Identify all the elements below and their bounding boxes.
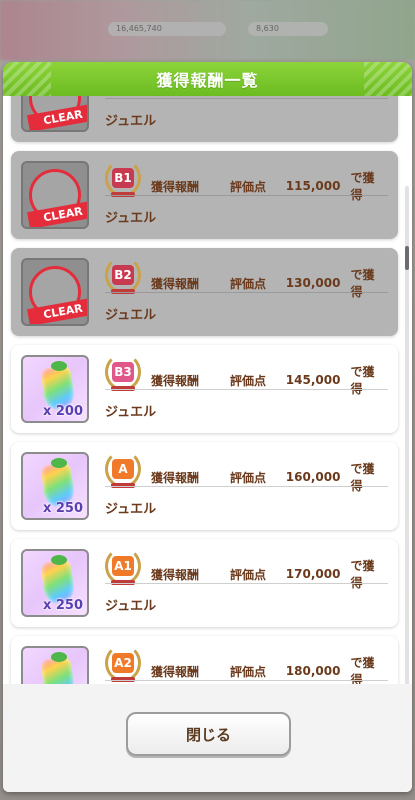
score-value: 145,000 [285,373,341,387]
divider [105,98,388,99]
score-value: 160,000 [285,470,341,484]
reward-list-modal: 獲得報酬一覧 CLEAR ジュエル CLEAR B1 獲得報酬 評価点 115,000 で獲得… [3,62,412,792]
clear-stamp-icon: CLEAR [27,169,87,227]
reward-label: 獲得報酬 [151,276,200,291]
gem-leaf-icon [51,458,67,468]
suffix: で獲得 [350,268,375,299]
item-quantity: x 200 [42,404,83,419]
reward-condition-row: 獲得報酬 評価点 130,000 で獲得 [151,266,386,300]
item-name: ジュエル [105,405,157,420]
reward-label: 獲得報酬 [151,664,200,679]
modal-footer: 閉じる [3,684,412,792]
reward-condition-row: 獲得報酬 評価点 170,000 で獲得 [151,557,386,591]
rank-label: B2 [112,265,134,285]
score-value: 170,000 [285,567,341,581]
clear-stamp-label: CLEAR [27,200,87,227]
gem-leaf-icon [51,652,67,662]
modal-title: 獲得報酬一覧 [156,71,259,90]
jewel-item-icon[interactable]: CLEAR [21,96,89,132]
reward-card: CLEAR B2 獲得報酬 評価点 130,000 で獲得ジュエル [11,248,398,336]
jewel-item-icon[interactable] [21,646,89,684]
reward-card: A2 獲得報酬 評価点 180,000 で獲得 [11,636,398,684]
reward-label: 獲得報酬 [151,179,200,194]
close-button[interactable]: 閉じる [126,712,291,756]
rank-badge-icon: A2 [105,644,141,682]
rank-label: A [112,459,134,479]
divider [105,583,388,584]
score-label: 評価点 [229,179,266,194]
reward-card: x 200 B3 獲得報酬 評価点 145,000 で獲得ジュエル [11,345,398,433]
jewel-item-icon[interactable]: CLEAR [21,161,89,229]
item-name: ジュエル [105,599,157,614]
jewel-item-icon[interactable]: CLEAR [21,258,89,326]
reward-card: CLEAR ジュエル [11,96,398,142]
clear-stamp-icon: CLEAR [27,96,87,130]
divider [105,680,388,681]
rank-badge-icon: B2 [105,256,141,294]
score-value: 180,000 [285,664,341,678]
rank-label: A1 [112,556,134,576]
reward-label: 獲得報酬 [151,373,200,388]
score-label: 評価点 [229,373,266,388]
suffix: で獲得 [350,365,375,396]
jewel-item-icon[interactable]: x 200 [21,355,89,423]
gem-leaf-icon [51,361,67,371]
score-value: 130,000 [285,276,341,290]
clear-stamp-icon: CLEAR [27,266,87,324]
reward-list-content: CLEAR ジュエル CLEAR B1 獲得報酬 評価点 115,000 で獲得 ジュエル CLE… [11,96,398,684]
score-label: 評価点 [229,276,266,291]
rank-badge-icon: A1 [105,547,141,585]
reward-card: CLEAR B1 獲得報酬 評価点 115,000 で獲得ジュエル [11,151,398,239]
item-quantity: x 250 [42,501,83,516]
divider [105,389,388,390]
rank-badge-icon: B1 [105,159,141,197]
reward-card: x 250 A1 獲得報酬 評価点 170,000 で獲得ジュエル [11,539,398,627]
reward-condition-row: 獲得報酬 評価点 145,000 で獲得 [151,363,386,397]
item-name: ジュエル [105,211,157,226]
item-name: ジュエル [105,114,157,129]
reward-label: 獲得報酬 [151,567,200,582]
item-name: ジュエル [105,308,157,323]
modal-header: 獲得報酬一覧 [3,62,412,96]
suffix: で獲得 [350,462,375,493]
clear-stamp-label: CLEAR [27,103,87,130]
divider [105,292,388,293]
score-label: 評価点 [229,470,266,485]
divider [105,195,388,196]
reward-card: x 250 A 獲得報酬 評価点 160,000 で獲得ジュエル [11,442,398,530]
reward-label: 獲得報酬 [151,470,200,485]
clear-stamp-label: CLEAR [27,297,87,324]
score-label: 評価点 [229,664,266,679]
scrollbar-thumb[interactable] [405,246,409,270]
rank-label: A2 [112,653,134,673]
item-name: ジュエル [105,502,157,517]
rank-label: B1 [112,168,134,188]
item-quantity: x 250 [42,598,83,613]
rank-badge-icon: B3 [105,353,141,391]
reward-list[interactable]: CLEAR ジュエル CLEAR B1 獲得報酬 評価点 115,000 で獲得 ジュエル CLE… [3,96,412,684]
suffix: で獲得 [350,171,375,202]
divider [105,486,388,487]
rank-label: B3 [112,362,134,382]
jewel-item-icon[interactable]: x 250 [21,452,89,520]
gem-leaf-icon [51,555,67,565]
score-value: 115,000 [285,179,341,193]
reward-condition-row: 獲得報酬 評価点 115,000 で獲得 [151,169,386,203]
score-label: 評価点 [229,567,266,582]
rank-badge-icon: A [105,450,141,488]
jewel-item-icon[interactable]: x 250 [21,549,89,617]
suffix: で獲得 [350,559,375,590]
reward-condition-row: 獲得報酬 評価点 160,000 で獲得 [151,460,386,494]
